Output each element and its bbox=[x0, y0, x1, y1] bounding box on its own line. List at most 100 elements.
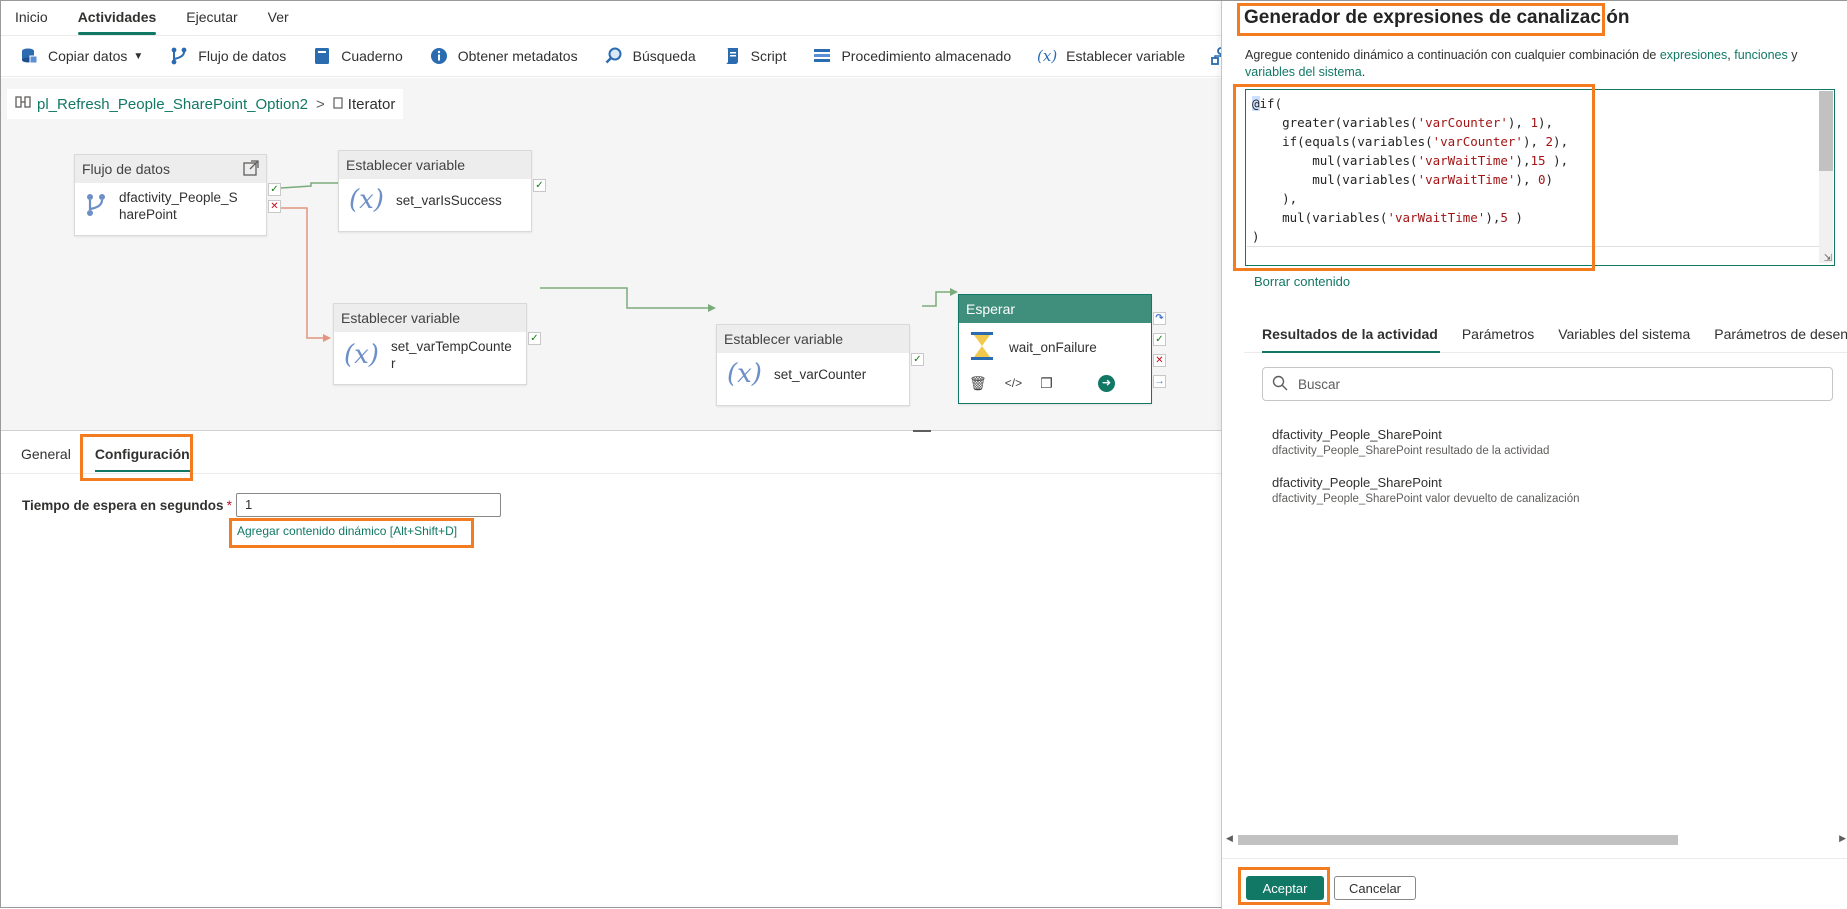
activity-name: wait_onFailure bbox=[1009, 340, 1097, 355]
activity-type-label: Establecer variable bbox=[334, 304, 526, 332]
properties-tabs: General Configuración bbox=[1, 434, 1221, 474]
set-variable-activity-success[interactable]: Establecer variable (x) set_varIsSuccess… bbox=[338, 150, 546, 232]
tab-activity-outputs[interactable]: Resultados de la actividad bbox=[1252, 326, 1450, 353]
activity-name: set_varIsSuccess bbox=[395, 192, 502, 208]
list-item[interactable]: dfactivity_People_SharePoint dfactivity_… bbox=[1272, 427, 1549, 457]
success-port[interactable]: ✓ bbox=[528, 332, 541, 345]
variable-icon: (x) bbox=[349, 185, 384, 215]
tab-configuracion[interactable]: Configuración bbox=[94, 436, 190, 472]
tab-actividades[interactable]: Actividades bbox=[77, 1, 156, 35]
dataflow-button[interactable]: Flujo de datos bbox=[169, 46, 286, 66]
horizontal-scrollbar[interactable]: ◀ ▶ bbox=[1226, 833, 1846, 847]
hourglass-icon bbox=[969, 331, 995, 364]
activity-type-label: Establecer variable bbox=[717, 325, 909, 353]
get-metadata-button[interactable]: Obtener metadatos bbox=[429, 46, 578, 66]
copy-icon[interactable]: ❐ bbox=[1040, 375, 1053, 392]
skip-port[interactable]: ↷ bbox=[1153, 312, 1166, 325]
variable-icon: (x) bbox=[344, 340, 379, 370]
activity-body: wait_onFailure bbox=[959, 323, 1151, 370]
activity-type-label: Establecer variable bbox=[339, 151, 531, 179]
tab-general[interactable]: General bbox=[21, 436, 71, 472]
splitter-grip[interactable] bbox=[913, 430, 931, 432]
variable-icon: (x) bbox=[727, 359, 762, 389]
activity-name: set_varCounter bbox=[773, 366, 867, 382]
wait-time-input[interactable]: 1 bbox=[236, 493, 501, 517]
more-activities-button[interactable]: Co bbox=[1211, 46, 1221, 66]
activity-actions: 🗑 </> ❐ ➜ bbox=[959, 370, 1151, 396]
cancel-button[interactable]: Cancelar bbox=[1334, 876, 1416, 900]
open-external-icon[interactable] bbox=[242, 159, 260, 180]
tab-ver[interactable]: Ver bbox=[268, 1, 289, 35]
tab-ejecutar[interactable]: Ejecutar bbox=[186, 1, 237, 35]
search-placeholder: Buscar bbox=[1298, 376, 1341, 392]
stored-procedure-icon bbox=[812, 46, 832, 66]
expression-editor[interactable]: @if( greater(variables('varCounter'), 1)… bbox=[1245, 89, 1835, 266]
script-button[interactable]: Script bbox=[722, 46, 786, 66]
delete-icon[interactable]: 🗑 bbox=[969, 375, 987, 392]
expression-code: @if( greater(variables('varCounter'), 1)… bbox=[1252, 96, 1569, 244]
activity-body: (x) set_varIsSuccess bbox=[339, 179, 531, 221]
notebook-button[interactable]: Cuaderno bbox=[312, 46, 403, 66]
expression-builder-panel: Generador de expresiones de canalización… bbox=[1221, 1, 1847, 909]
set-variable-activity-counter[interactable]: Establecer variable (x) set_varCounter ✓ bbox=[716, 324, 924, 406]
get-metadata-label: Obtener metadatos bbox=[457, 48, 578, 64]
set-variable-label: Establecer variable bbox=[1066, 48, 1186, 64]
dataflow-label: Flujo de datos bbox=[198, 48, 287, 64]
database-icon bbox=[19, 46, 39, 66]
failure-port[interactable]: ✕ bbox=[268, 200, 281, 213]
scroll-left-icon[interactable]: ◀ bbox=[1226, 833, 1233, 844]
functions-link[interactable]: funciones bbox=[1734, 48, 1788, 62]
copy-data-button[interactable]: Copiar datos ▼ bbox=[19, 46, 143, 66]
dataflow-activity[interactable]: Flujo de datos dfactivity_People_S harePo… bbox=[74, 154, 281, 236]
info-icon bbox=[429, 46, 449, 66]
success-port[interactable]: ✓ bbox=[533, 179, 546, 192]
activity-name: set_varTempCounte r bbox=[390, 339, 512, 371]
tab-trigger-parameters[interactable]: Parámetros de desenc bbox=[1702, 326, 1847, 352]
copy-data-label: Copiar datos bbox=[48, 48, 128, 64]
tab-inicio[interactable]: Inicio bbox=[15, 1, 48, 35]
editor-scrollbar-track[interactable] bbox=[1819, 171, 1833, 263]
expressions-link[interactable]: expresiones bbox=[1660, 48, 1727, 62]
scroll-right-icon[interactable]: ▶ bbox=[1839, 833, 1846, 844]
add-dynamic-content-link[interactable]: Agregar contenido dinámico [Alt+Shift+D] bbox=[237, 524, 457, 538]
arrow-right-icon[interactable]: ➜ bbox=[1098, 374, 1115, 392]
set-variable-button[interactable]: (x) Establecer variable bbox=[1037, 46, 1185, 66]
ribbon-tabs: Inicio Actividades Ejecutar Ver bbox=[1, 1, 1221, 35]
lookup-label: Búsqueda bbox=[632, 48, 696, 64]
list-item[interactable]: dfactivity_People_SharePoint dfactivity_… bbox=[1272, 475, 1580, 505]
tab-system-variables[interactable]: Variables del sistema bbox=[1546, 326, 1702, 352]
app-frame: Inicio Actividades Ejecutar Ver Copiar d… bbox=[0, 0, 1847, 909]
accept-button[interactable]: Aceptar bbox=[1246, 876, 1324, 900]
tab-parameters[interactable]: Parámetros bbox=[1450, 326, 1546, 352]
failure-port[interactable]: ✕ bbox=[1153, 354, 1166, 367]
script-icon bbox=[722, 46, 742, 66]
stored-procedure-button[interactable]: Procedimiento almacenado bbox=[812, 46, 1011, 66]
result-name: dfactivity_People_SharePoint bbox=[1272, 427, 1442, 442]
search-input[interactable]: Buscar bbox=[1262, 367, 1833, 401]
activity-body: (x) set_varCounter bbox=[717, 353, 909, 395]
builder-description: Agregue contenido dinámico a continuació… bbox=[1245, 48, 1798, 79]
editor-divider bbox=[1247, 246, 1819, 247]
system-variables-link[interactable]: variables del sistema bbox=[1245, 65, 1362, 79]
resize-handle-icon[interactable]: ⇲ bbox=[1824, 253, 1832, 264]
success-port[interactable]: ✓ bbox=[1153, 333, 1166, 346]
builder-tabs: Resultados de la actividad Parámetros Va… bbox=[1244, 313, 1847, 353]
success-port[interactable]: ✓ bbox=[268, 183, 281, 196]
activity-body: dfactivity_People_S harePoint bbox=[75, 183, 266, 229]
search-icon bbox=[604, 46, 624, 66]
activity-type-label: Flujo de datos bbox=[75, 155, 266, 183]
wait-activity[interactable]: Esperar wait_onFailure 🗑 </> ❐ ➜ ↷ ✓ ✕ → bbox=[958, 294, 1166, 404]
activities-toolbar: Copiar datos ▼ Flujo de datos Cuaderno O… bbox=[1, 35, 1221, 77]
code-icon[interactable]: </> bbox=[1005, 376, 1022, 390]
set-variable-activity-temp-counter[interactable]: Establecer variable (x) set_varTempCount… bbox=[333, 303, 541, 385]
completion-port[interactable]: → bbox=[1153, 375, 1166, 388]
lookup-button[interactable]: Búsqueda bbox=[604, 46, 696, 66]
notebook-icon bbox=[312, 46, 332, 66]
pipeline-canvas[interactable]: pl_Refresh_People_SharePoint_Option2 > I… bbox=[1, 78, 1221, 430]
success-port[interactable]: ✓ bbox=[911, 353, 924, 366]
scrollbar-thumb[interactable] bbox=[1238, 835, 1678, 845]
editor-scrollbar-thumb[interactable] bbox=[1819, 91, 1833, 171]
clear-content-link[interactable]: Borrar contenido bbox=[1254, 274, 1350, 289]
notebook-label: Cuaderno bbox=[341, 48, 403, 64]
activity-name: dfactivity_People_S harePoint bbox=[119, 190, 238, 222]
